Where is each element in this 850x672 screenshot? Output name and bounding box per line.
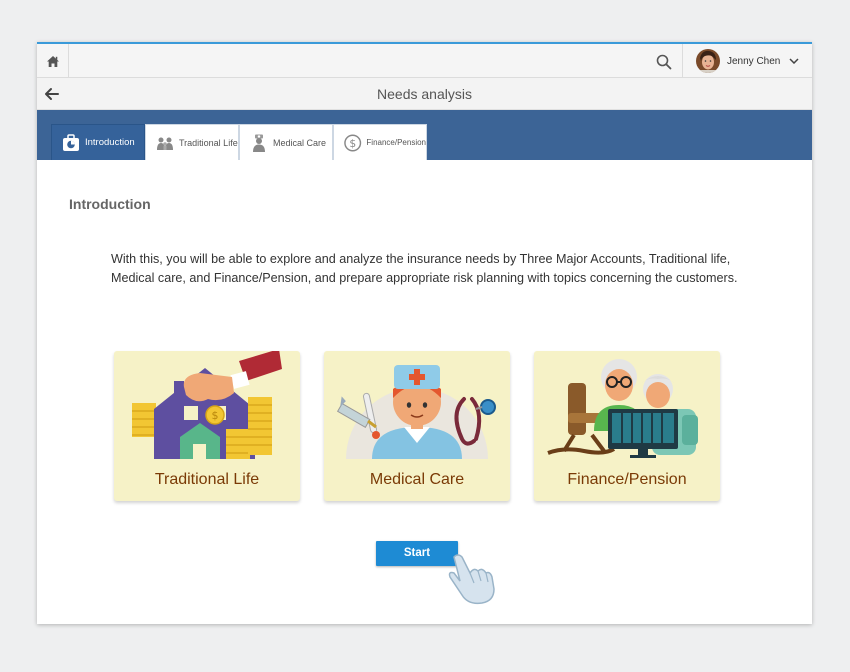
section-title: Introduction: [69, 196, 151, 212]
dollar-coin-icon: $: [344, 134, 362, 151]
search-icon[interactable]: [655, 53, 673, 71]
chevron-down-icon: [789, 58, 799, 64]
card-label: Traditional Life: [154, 471, 260, 488]
tab-label: Introduction: [85, 137, 135, 148]
user-name: Jenny Chen: [727, 55, 781, 67]
user-menu[interactable]: Jenny Chen: [682, 44, 812, 78]
tab-label: Finance/Pension: [366, 138, 426, 147]
card-label: Finance/Pension: [567, 471, 687, 488]
tab-finance-pension[interactable]: $ Finance/Pension: [333, 124, 427, 160]
briefcase-chart-icon: [63, 133, 79, 151]
home-icon: [46, 55, 59, 67]
card-medical-care[interactable]: Medical Care: [324, 351, 510, 501]
tab-label: Medical Care: [273, 137, 327, 148]
nurse-icon: [253, 134, 265, 152]
intro-paragraph: With this, you will be able to explore a…: [111, 252, 738, 285]
card-label: Medical Care: [369, 471, 465, 488]
tab-bar: Introduction Traditional Life Medical Ca…: [37, 110, 812, 160]
pointing-hand-icon: [448, 554, 495, 605]
tab-label: Traditional Life: [179, 137, 238, 148]
card-traditional-life[interactable]: $ Traditional Life: [114, 351, 300, 501]
app-window: Jenny Chen Needs analysis Introduction T…: [37, 42, 812, 624]
nurse-illustration: [336, 365, 496, 459]
page-title: Needs analysis: [377, 86, 472, 102]
house-money-illustration: $: [132, 351, 282, 459]
top-bar: Jenny Chen: [37, 44, 812, 78]
tab-medical-care[interactable]: Medical Care: [239, 124, 333, 160]
svg-text:$: $: [212, 409, 219, 422]
title-bar: Needs analysis: [37, 78, 812, 110]
family-icon: [157, 137, 173, 150]
card-finance-pension[interactable]: Finance/Pension: [534, 351, 720, 501]
tab-traditional-life[interactable]: Traditional Life: [145, 124, 239, 160]
avatar: [696, 49, 720, 73]
tab-introduction[interactable]: Introduction: [51, 124, 145, 160]
elderly-couple-illustration: [547, 359, 698, 458]
svg-text:$: $: [349, 136, 356, 149]
home-button[interactable]: [37, 44, 69, 78]
